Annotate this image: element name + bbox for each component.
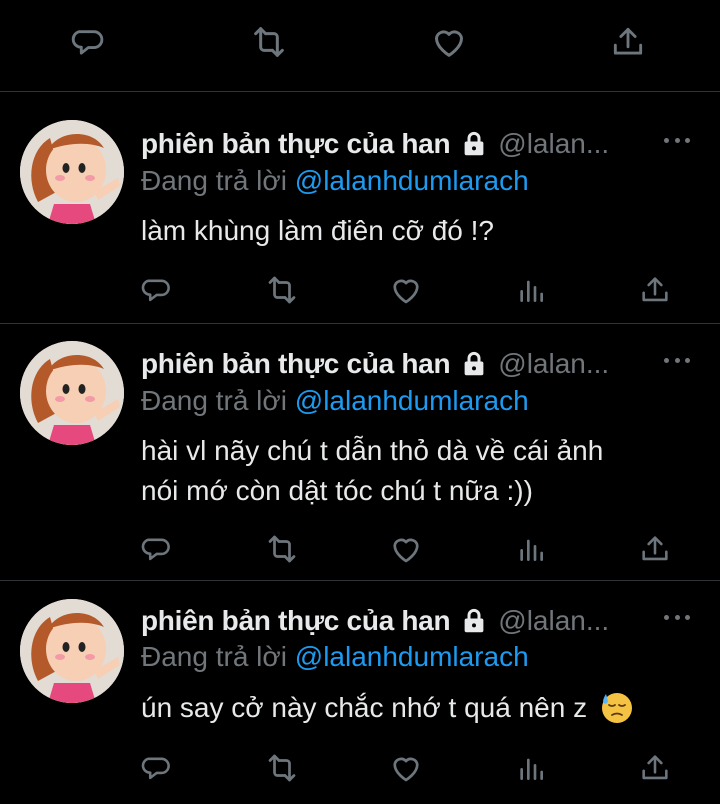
share-icon[interactable] (635, 748, 675, 788)
avatar[interactable] (20, 120, 124, 224)
more-icon[interactable] (664, 136, 690, 144)
retweet-icon[interactable] (262, 748, 302, 788)
reply-icon[interactable] (70, 22, 110, 62)
replying-to: Đang trả lời @lalanhdumlarach (141, 385, 529, 417)
tweet-action-bar (0, 748, 720, 788)
avatar[interactable] (20, 341, 124, 445)
tweet-header: phiên bản thực của han @lalan... (141, 344, 720, 384)
share-icon[interactable] (635, 529, 675, 569)
tweet-text: làm khùng làm điên cỡ đó !? (141, 211, 701, 251)
tweet-text: ún say cở này chắc nhớ t quá nên z (141, 688, 701, 728)
more-icon[interactable] (664, 356, 690, 364)
tweet-action-bar (0, 270, 720, 310)
share-icon[interactable] (635, 270, 675, 310)
tweet[interactable]: phiên bản thực của han @lalan... Đang tr… (0, 92, 720, 324)
display-name[interactable]: phiên bản thực của han (141, 605, 451, 637)
tweet-text-line: hài vl nãy chú t dẫn thỏ dà về cái ảnh (141, 435, 604, 466)
analytics-icon[interactable] (511, 270, 551, 310)
replying-label: Đang trả lời (141, 385, 287, 416)
analytics-icon[interactable] (511, 529, 551, 569)
retweet-icon[interactable] (262, 270, 302, 310)
downcast-face-with-sweat-emoji (599, 690, 633, 724)
tweet[interactable]: phiên bản thực của han @lalan... Đang tr… (0, 581, 720, 804)
handle[interactable]: @lalan... (498, 605, 609, 637)
tweet-text-content: ún say cở này chắc nhớ t quá nên z (141, 692, 588, 723)
like-icon[interactable] (386, 748, 426, 788)
avatar[interactable] (20, 599, 124, 703)
reply-icon[interactable] (138, 529, 178, 569)
retweet-icon[interactable] (249, 22, 289, 62)
like-icon[interactable] (429, 22, 469, 62)
more-icon[interactable] (664, 613, 690, 621)
handle[interactable]: @lalan... (498, 128, 609, 160)
tweet[interactable]: phiên bản thực của han @lalan... Đang tr… (0, 324, 720, 581)
like-icon[interactable] (386, 270, 426, 310)
mention-link[interactable]: @lalanhdumlarach (295, 385, 529, 416)
display-name[interactable]: phiên bản thực của han (141, 128, 451, 160)
tweet-text: hài vl nãy chú t dẫn thỏ dà về cái ảnh n… (141, 431, 701, 511)
replying-to: Đang trả lời @lalanhdumlarach (141, 641, 529, 673)
tweet-text-content: làm khùng làm điên cỡ đó !? (141, 215, 494, 246)
previous-tweet-action-bar (0, 0, 720, 92)
tweet-header: phiên bản thực của han @lalan... (141, 124, 720, 164)
analytics-icon[interactable] (511, 748, 551, 788)
retweet-icon[interactable] (262, 529, 302, 569)
mention-link[interactable]: @lalanhdumlarach (295, 641, 529, 672)
lock-icon (459, 349, 489, 379)
tweet-header: phiên bản thực của han @lalan... (141, 601, 720, 641)
tweet-text-line: nói mớ còn dật tóc chú t nữa :)) (141, 475, 533, 506)
replying-to: Đang trả lời @lalanhdumlarach (141, 165, 529, 197)
mention-link[interactable]: @lalanhdumlarach (295, 165, 529, 196)
replying-label: Đang trả lời (141, 641, 287, 672)
reply-icon[interactable] (138, 270, 178, 310)
reply-icon[interactable] (138, 748, 178, 788)
lock-icon (459, 129, 489, 159)
display-name[interactable]: phiên bản thực của han (141, 348, 451, 380)
lock-icon (459, 606, 489, 636)
handle[interactable]: @lalan... (498, 348, 609, 380)
tweet-action-bar (0, 529, 720, 569)
share-icon[interactable] (608, 22, 648, 62)
replying-label: Đang trả lời (141, 165, 287, 196)
like-icon[interactable] (386, 529, 426, 569)
